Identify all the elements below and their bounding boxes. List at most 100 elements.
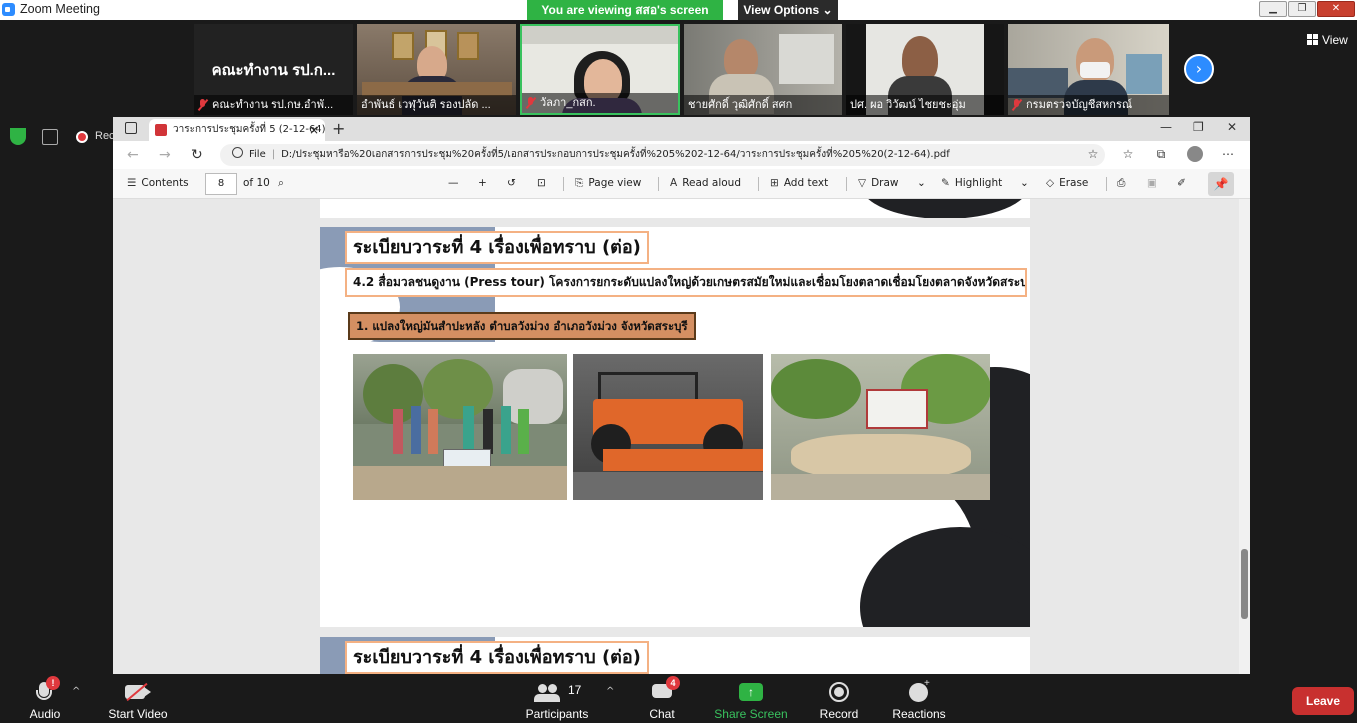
contents-button[interactable]: ☰ Contents (127, 177, 189, 189)
participant-name-label: อำพันธ์ เวฬุวันติ รองปลัด ... (357, 95, 516, 115)
maximize-button[interactable]: ❐ (1288, 1, 1316, 17)
tab-close-icon[interactable]: × (309, 119, 319, 141)
next-page-button[interactable]: › (1184, 54, 1214, 84)
participant-name-label: กรมตรวจบัญชีสหกรณ์ (1008, 95, 1169, 115)
collections-icon[interactable]: ⧉ (1154, 147, 1168, 161)
read-aloud-icon: A (670, 177, 678, 189)
pdf-page-previous (320, 199, 1030, 218)
add-text-icon: ⊞ (770, 177, 779, 189)
browser-restore-button[interactable]: ❐ (1193, 120, 1204, 134)
save-icon[interactable]: ▣ (1147, 177, 1157, 189)
chat-button[interactable]: 4 Chat (645, 676, 680, 721)
audio-label: Audio (29, 707, 61, 721)
security-shield-icon[interactable] (10, 128, 26, 145)
browser-address-bar-row: ← → ↻ File | D:/ประชุมหารือ%20เอกสารการประ… (113, 141, 1250, 169)
back-arrow-icon[interactable]: ← (127, 147, 139, 163)
grid-icon (1307, 34, 1318, 45)
participant-tile[interactable]: คณะทำงาน รป.ก... คณะทำงาน รป.กษ.อำพั... (194, 24, 353, 115)
refresh-icon[interactable]: ↻ (191, 147, 203, 163)
save-as-icon[interactable]: ✐ (1177, 177, 1186, 189)
slide-title: ระเบียบวาระที่ 4 เรื่องเพื่อทราบ (ต่อ) (345, 231, 649, 264)
participant-tile[interactable]: กรมตรวจบัญชีสหกรณ์ (1008, 24, 1169, 115)
audio-alert-badge: ! (46, 676, 60, 690)
meeting-controls: ! Audio ^ Start Video 17 Participants ^ … (0, 674, 1357, 723)
view-options-button[interactable]: View Options ⌄ (738, 0, 838, 20)
page-total: of 10 (243, 177, 270, 189)
search-icon[interactable]: ⌕ (278, 177, 284, 190)
record-label: Record (819, 707, 859, 721)
window-titlebar: Zoom Meeting You are viewing สสอ's scree… (0, 0, 1357, 20)
address-input[interactable]: File | D:/ประชุมหารือ%20เอกสารการประชุม%20… (220, 144, 1105, 166)
forward-arrow-icon[interactable]: → (159, 147, 171, 163)
participant-name-label: คณะทำงาน รป.กษ.อำพั... (194, 95, 353, 115)
participants-button[interactable]: 17 Participants (524, 680, 590, 721)
browser-tab[interactable]: วาระการประชุมครั้งที่ 5 (2-12-64).pdf × (149, 119, 325, 141)
browser-minimize-button[interactable]: — (1160, 120, 1172, 134)
close-button[interactable]: ✕ (1317, 1, 1355, 17)
add-text-button[interactable]: ⊞ Add text (770, 177, 828, 189)
highlight-icon: ✎ (941, 177, 950, 189)
participants-label: Participants (525, 707, 589, 721)
read-aloud-button[interactable]: A Read aloud (670, 177, 741, 189)
photo-tractor (573, 354, 763, 500)
highlight-options-chevron-icon[interactable]: ⌄ (1020, 177, 1029, 189)
share-screen-icon: ↑ (713, 680, 789, 704)
pdf-page-next: ระเบียบวาระที่ 4 เรื่องเพื่อทราบ (ต่อ) (320, 637, 1030, 674)
share-screen-label: Share Screen (714, 707, 788, 721)
erase-button[interactable]: ◇ Erase (1046, 177, 1088, 189)
audio-button[interactable]: ! Audio (25, 676, 65, 721)
zoom-out-icon[interactable]: — (448, 177, 459, 189)
reactions-button[interactable]: + Reactions (891, 678, 947, 721)
browser-tabstrip: วาระการประชุมครั้งที่ 5 (2-12-64).pdf × … (113, 117, 1250, 141)
zoom-in-icon[interactable]: + (478, 177, 487, 189)
highlight-button[interactable]: ✎ Highlight (941, 177, 1002, 189)
start-video-button[interactable]: Start Video (105, 680, 171, 721)
favorites-icon[interactable]: ☆ (1121, 147, 1135, 161)
print-icon[interactable]: ⎙ (1117, 177, 1125, 190)
draw-options-chevron-icon[interactable]: ⌄ (917, 177, 926, 189)
address-url: D:/ประชุมหารือ%20เอกสารการประชุม%20ครั้ง… (281, 149, 950, 160)
participant-tile[interactable]: ปศ. ผอ วิวัฒน์ ไชยชะอุ่ม (846, 24, 1004, 115)
pdf-page: ระเบียบวาระที่ 4 เรื่องเพื่อทราบ (ต่อ) 4… (320, 227, 1030, 627)
slide-subtitle: 4.2 สื่อมวลชนดูงาน (Press tour) โครงการย… (345, 268, 1027, 297)
new-tab-button[interactable]: + (332, 119, 345, 138)
participant-tile-active[interactable]: วัลภา_กสก. (520, 24, 680, 115)
draw-icon: ▽ (858, 177, 867, 189)
pdf-scrollbar[interactable] (1239, 199, 1250, 674)
leave-button[interactable]: Leave (1292, 687, 1354, 715)
slide-item-heading: 1. แปลงใหญ่มันสำปะหลัง ตำบลวังม่วง อำเภอ… (348, 312, 696, 340)
reactions-label: Reactions (892, 707, 946, 721)
pin-toolbar-icon[interactable]: 📌 (1208, 172, 1234, 196)
recording-dot-icon (76, 131, 88, 143)
mic-muted-icon (198, 99, 208, 111)
view-layout-button[interactable]: View (1307, 33, 1348, 47)
audio-options-caret-icon[interactable]: ^ (72, 686, 80, 697)
share-screen-button[interactable]: ↑ Share Screen (713, 680, 789, 721)
chevron-down-icon: ⌄ (822, 3, 833, 17)
scrollbar-thumb[interactable] (1241, 549, 1248, 619)
participant-tile[interactable]: อำพันธ์ เวฬุวันติ รองปลัด ... (357, 24, 516, 115)
rotate-icon[interactable]: ↺ (507, 177, 516, 189)
add-favorite-icon[interactable]: ☆ (1086, 147, 1100, 161)
chat-badge: 4 (666, 676, 680, 690)
apps-grid-icon[interactable] (42, 129, 58, 145)
minimize-button[interactable]: ▁ (1259, 1, 1287, 17)
browser-close-button[interactable]: ✕ (1227, 120, 1237, 134)
pdf-viewer: ระเบียบวาระที่ 4 เรื่องเพื่อทราบ (ต่อ) 4… (113, 199, 1239, 674)
page-number-input[interactable]: 8 (205, 173, 237, 195)
participants-options-caret-icon[interactable]: ^ (606, 686, 614, 697)
fit-page-icon[interactable]: ⊡ (537, 177, 546, 189)
page-view-button[interactable]: ⎘ Page view (575, 177, 641, 190)
photo-cassava-display (771, 354, 990, 500)
mic-muted-icon (1012, 99, 1022, 111)
profile-avatar[interactable] (1187, 146, 1203, 162)
record-button[interactable]: Record (816, 680, 862, 721)
participant-big-name: คณะทำงาน รป.ก... (211, 62, 336, 79)
tab-title: วาระการประชุมครั้งที่ 5 (2-12-64).pdf (173, 124, 325, 135)
participant-tile[interactable]: ชายศักดิ์ วุฒิศักดิ์ สศก (684, 24, 842, 115)
tab-actions-icon[interactable] (125, 122, 137, 134)
list-icon: ☰ (127, 177, 137, 189)
more-menu-icon[interactable]: ⋯ (1221, 147, 1235, 161)
viewing-banner: You are viewing สสอ's screen (527, 0, 723, 20)
draw-button[interactable]: ▽ Draw (858, 177, 899, 189)
